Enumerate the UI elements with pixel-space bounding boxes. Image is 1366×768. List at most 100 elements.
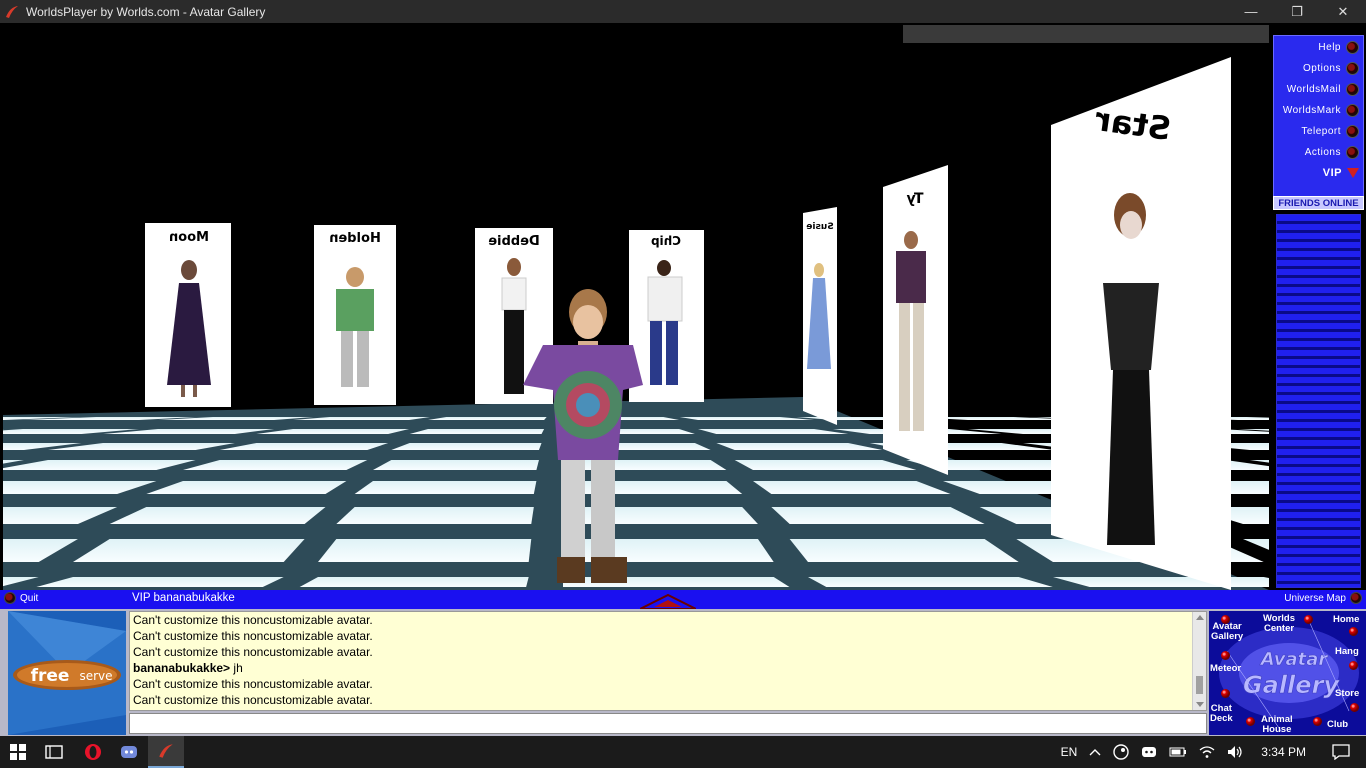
map-pin-icon[interactable] — [1246, 717, 1255, 726]
worldsmark-button[interactable]: WorldsMark — [1283, 101, 1359, 119]
quit-label: Quit — [20, 592, 39, 604]
worldsmail-label: WorldsMail — [1286, 83, 1341, 95]
ceiling-edge — [903, 25, 1269, 43]
map-meteor[interactable]: Meteor — [1210, 664, 1241, 674]
window-title: WorldsPlayer by Worlds.com - Avatar Gall… — [26, 4, 266, 19]
avatar-panel-star[interactable]: Star — [1051, 57, 1231, 590]
worldsmail-knob-icon — [1346, 82, 1359, 96]
map-home[interactable]: Home — [1333, 615, 1359, 625]
chat-line: Can't customize this noncustomizable ava… — [133, 693, 373, 707]
nav-menu: Help Options WorldsMail WorldsMark Telep… — [1273, 35, 1364, 205]
map-club[interactable]: Club — [1327, 720, 1348, 730]
task-view-button[interactable] — [36, 736, 72, 768]
vip-button[interactable]: VIP — [1323, 164, 1359, 182]
discord-icon — [121, 746, 137, 758]
avatar-panel-moon[interactable]: Moon — [145, 223, 231, 407]
map-worlds-center[interactable]: Worlds Center — [1263, 614, 1295, 634]
panel-label-holden: Holden — [329, 231, 381, 246]
avatar-panel-ty[interactable]: Ty — [883, 165, 948, 475]
map-pin-icon[interactable] — [1313, 717, 1322, 726]
bottom-panel: free serve Can't customize this noncusto… — [0, 609, 1366, 736]
map-pin-icon[interactable] — [1349, 661, 1358, 670]
chat-line: bananabukakke> jh — [133, 661, 243, 675]
restore-button[interactable]: ❐ — [1274, 0, 1320, 23]
scroll-down-icon[interactable] — [1196, 702, 1204, 707]
language-indicator[interactable]: EN — [1061, 745, 1078, 759]
worlds-app-icon — [6, 5, 18, 18]
chat-line: Can't customize this noncustomizable ava… — [133, 613, 373, 627]
panel-label-susie: Susie — [806, 222, 833, 232]
teleport-label: Teleport — [1301, 125, 1341, 137]
help-knob-icon — [1346, 40, 1359, 54]
options-button[interactable]: Options — [1303, 59, 1359, 77]
discord-tray-icon[interactable] — [1141, 745, 1157, 759]
friends-online-label: FRIENDS ONLINE — [1273, 196, 1364, 210]
avatar-panel-holden[interactable]: Holden — [314, 225, 396, 405]
map-hang[interactable]: Hang — [1335, 647, 1359, 657]
quit-button[interactable]: Quit — [4, 592, 38, 604]
panel-toggle-icon[interactable] — [640, 593, 696, 609]
map-pin-icon[interactable] — [1349, 627, 1358, 636]
panel-label-ty: Ty — [906, 191, 923, 207]
help-label: Help — [1318, 41, 1341, 53]
help-button[interactable]: Help — [1318, 38, 1359, 56]
friends-online-list[interactable] — [1276, 214, 1361, 588]
map-pin-icon[interactable] — [1221, 615, 1230, 624]
panel-label-debbie: Debbie — [488, 234, 540, 249]
battery-icon[interactable] — [1169, 747, 1187, 757]
chat-scrollbar[interactable] — [1192, 612, 1206, 710]
chat-input[interactable] — [129, 713, 1207, 734]
freeserve-logo-serve: serve — [79, 669, 112, 683]
quit-knob-icon — [4, 592, 16, 604]
opera-taskbar-button[interactable] — [75, 736, 111, 768]
teleport-knob-icon — [1346, 124, 1359, 138]
map-pin-icon[interactable] — [1304, 615, 1313, 624]
vip-label: VIP — [1322, 167, 1342, 179]
map-pin-icon[interactable] — [1221, 651, 1230, 660]
teleport-button[interactable]: Teleport — [1301, 122, 1359, 140]
avatar-panel-susie[interactable]: Susie — [803, 207, 837, 425]
options-knob-icon — [1346, 61, 1359, 75]
universe-map-button[interactable]: Universe Map — [1284, 592, 1362, 604]
system-tray: EN 3:34 PM — [1055, 736, 1366, 768]
clock[interactable]: 3:34 PM — [1261, 745, 1306, 759]
freeserve-ad[interactable]: free serve — [8, 611, 126, 735]
wifi-icon[interactable] — [1199, 745, 1215, 759]
start-button[interactable] — [0, 736, 36, 768]
windows-taskbar: EN 3:34 PM — [0, 736, 1366, 768]
actions-button[interactable]: Actions — [1305, 143, 1359, 161]
vip-username: VIP bananabukakke — [132, 592, 235, 604]
worldsplayer-taskbar-button[interactable] — [148, 736, 184, 768]
actions-knob-icon — [1346, 145, 1359, 159]
map-chat-deck[interactable]: Chat Deck — [1210, 704, 1233, 724]
status-bar: Quit VIP bananabukakke Universe Map — [0, 590, 1366, 609]
map-logo-line2: Gallery — [1243, 671, 1340, 699]
notifications-icon[interactable] — [1332, 744, 1350, 760]
minimize-button[interactable]: — — [1228, 0, 1274, 23]
close-button[interactable]: ✕ — [1320, 0, 1366, 23]
map-store[interactable]: Store — [1335, 689, 1359, 699]
worldsmark-label: WorldsMark — [1282, 104, 1341, 116]
map-pin-icon[interactable] — [1221, 689, 1230, 698]
worlds-app-icon — [159, 744, 173, 758]
scroll-thumb[interactable] — [1196, 676, 1203, 694]
map-animal-house[interactable]: Animal House — [1261, 715, 1293, 735]
steam-tray-icon[interactable] — [1113, 744, 1129, 760]
scroll-up-icon[interactable] — [1196, 615, 1204, 620]
chat-log[interactable]: Can't customize this noncustomizable ava… — [129, 611, 1207, 711]
map-pin-icon[interactable] — [1350, 703, 1359, 712]
universe-map-label: Universe Map — [1284, 592, 1346, 604]
volume-icon[interactable] — [1227, 745, 1243, 759]
windows-logo-icon — [10, 744, 26, 760]
chat-line: Can't customize this noncustomizable ava… — [133, 677, 373, 691]
world-map-navigator[interactable]: Avatar Gallery Avatar Gallery Worlds Cente… — [1209, 611, 1366, 735]
3d-viewport[interactable]: Moon Holden Debbie Chip Susie Ty Star — [3, 25, 1269, 590]
universe-map-knob-icon — [1350, 592, 1362, 604]
map-logo-line1: Avatar — [1259, 649, 1329, 670]
show-hidden-icons-chevron-up-icon[interactable] — [1089, 748, 1101, 756]
vip-triangle-icon — [1347, 168, 1359, 178]
right-nav-panel: Help Options WorldsMail WorldsMark Telep… — [1270, 25, 1366, 590]
worldsmail-button[interactable]: WorldsMail — [1287, 80, 1359, 98]
discord-taskbar-button[interactable] — [111, 736, 147, 768]
map-avatar-gallery[interactable]: Avatar Gallery — [1211, 622, 1243, 642]
